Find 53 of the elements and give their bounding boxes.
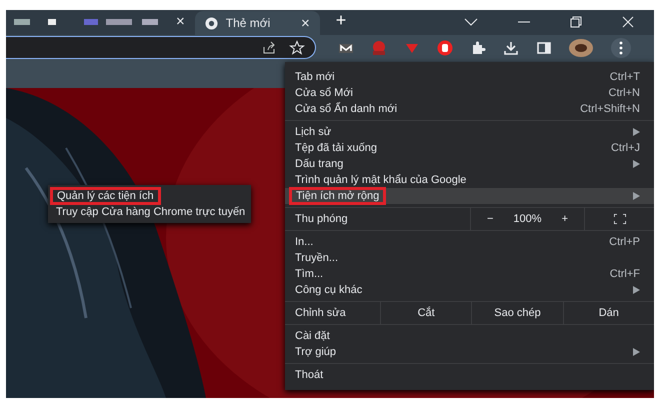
edit-button[interactable]: Sao chép [471, 302, 563, 324]
submenu-item-label: Quản lý các tiện ích [50, 187, 161, 205]
close-tab-button[interactable]: × [301, 14, 310, 32]
menu-item[interactable]: In... Ctrl+P [285, 234, 654, 250]
hand-icon[interactable] [437, 40, 453, 56]
menu-item[interactable]: Tiện ích mở rộng [285, 188, 654, 204]
menu-item[interactable]: Trợ giúp [285, 344, 654, 360]
blurred-tab-icon [84, 19, 98, 25]
submenu-item[interactable]: Quản lý các tiện ích [48, 188, 252, 204]
menu-item[interactable]: Dấu trang [285, 156, 654, 172]
zoom-out-button[interactable]: − [486, 213, 494, 225]
blurred-tab-icon [14, 19, 30, 25]
share-icon[interactable] [261, 40, 277, 56]
blurred-tab-icon [142, 19, 158, 25]
download-icon[interactable] [503, 40, 519, 56]
menu-item[interactable]: Cửa sổ Mới Ctrl+N [285, 85, 654, 101]
menu-item[interactable]: Thoát [285, 367, 654, 383]
menu-item[interactable]: Trình quản lý mật khẩu của Google [285, 172, 654, 188]
close-icon[interactable] [622, 16, 634, 28]
chrome-icon [204, 16, 218, 30]
submenu-arrow-icon [633, 192, 640, 200]
new-tab-button[interactable]: + [336, 10, 346, 31]
profile-avatar[interactable] [569, 38, 593, 56]
address-bar[interactable] [6, 36, 316, 59]
menu-item[interactable]: Tab mới Ctrl+T [285, 69, 654, 85]
menu-item[interactable]: Tìm... Ctrl+F [285, 266, 654, 282]
submenu-arrow-icon [633, 348, 640, 356]
menu-item[interactable]: Công cụ khác [285, 282, 654, 298]
menu-icon[interactable] [610, 38, 632, 58]
close-tab-button[interactable]: × [176, 13, 185, 30]
blurred-tab-icon [48, 19, 56, 25]
edit-button[interactable]: Cắt [380, 302, 472, 324]
menu-item[interactable]: Lịch sử [285, 124, 654, 140]
menu-item[interactable]: Cài đặt [285, 328, 654, 344]
puzzle-icon[interactable] [470, 40, 486, 56]
edit-button[interactable]: Dán [562, 302, 654, 324]
restore-icon[interactable] [570, 16, 582, 28]
zoom-in-button[interactable]: + [562, 213, 568, 225]
submenu-arrow-icon [633, 286, 640, 294]
submenu-arrow-icon [633, 128, 640, 136]
blurred-tab-icon [106, 19, 132, 25]
side-panel-icon[interactable] [536, 40, 552, 56]
menu-item[interactable]: Tệp đã tải xuống Ctrl+J [285, 140, 654, 156]
chevron-down-icon[interactable] [464, 17, 478, 27]
menu-item[interactable]: Cửa sổ Ẩn danh mới Ctrl+Shift+N [285, 101, 654, 117]
fullscreen-icon[interactable] [614, 214, 626, 224]
menu-item-label: Tiện ích mở rộng [289, 187, 386, 205]
zoom-level: 100% [513, 213, 542, 225]
menu-item[interactable]: Truyền... [285, 250, 654, 266]
submenu-arrow-icon [633, 160, 640, 168]
submenu-item[interactable]: Truy cập Cửa hàng Chrome trực tuyến [48, 204, 252, 220]
browser-tab[interactable]: Thẻ mới × [194, 11, 320, 35]
star-icon[interactable] [289, 40, 305, 56]
